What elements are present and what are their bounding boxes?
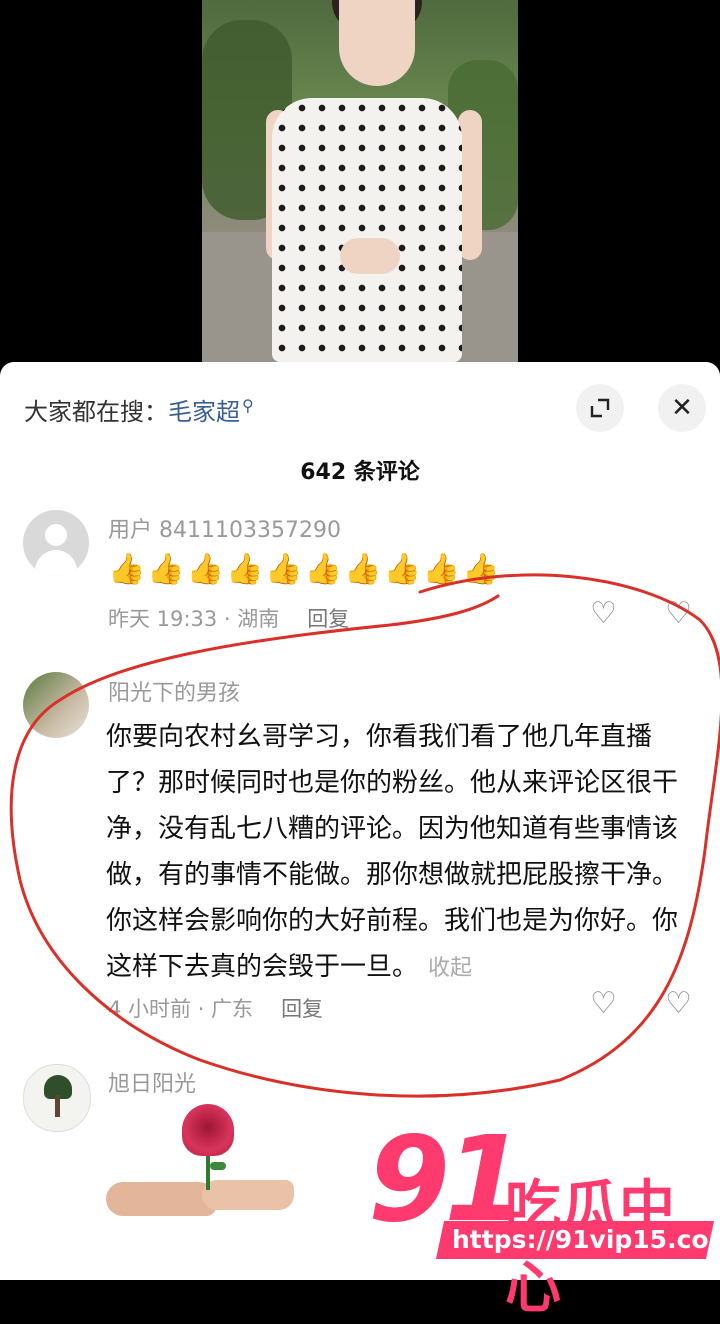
comment-time-location: 4 小时前 · 广东 — [108, 997, 254, 1021]
video-player[interactable] — [0, 0, 720, 362]
reply-button[interactable]: 回复 — [307, 607, 349, 631]
avatar[interactable] — [23, 672, 89, 738]
default-avatar-head — [45, 524, 67, 546]
rose-leaf — [210, 1162, 226, 1170]
person-face — [339, 0, 415, 86]
search-icon: ⚲ — [242, 396, 254, 415]
comment-text: 👍👍👍👍👍👍👍👍👍👍 — [108, 552, 502, 587]
hand-left — [106, 1182, 216, 1216]
comment-meta: 昨天 19:33 · 湖南 回复 — [108, 603, 349, 633]
bonsai-trunk — [55, 1095, 60, 1117]
person-hands — [340, 238, 400, 274]
close-button[interactable]: ✕ — [658, 384, 706, 432]
comment-body: 你要向农村幺哥学习，你看我们看了他几年直播了？那时候同时也是你的粉丝。他从来评论… — [106, 722, 679, 982]
hand-right — [202, 1180, 294, 1210]
comment-username[interactable]: 阳光下的男孩 — [108, 675, 240, 707]
expand-button[interactable] — [576, 384, 624, 432]
comment-count: 642 条评论 — [300, 460, 420, 485]
polka-dot-dress — [272, 98, 462, 362]
reply-button[interactable]: 回复 — [281, 997, 323, 1021]
trending-search[interactable]: 大家都在搜：毛家超 ⚲ — [24, 392, 254, 427]
default-avatar-body — [35, 550, 77, 576]
avatar[interactable] — [23, 1064, 91, 1132]
broken-heart-icon[interactable]: ♡ — [665, 986, 692, 1021]
broken-heart-icon[interactable]: ♡ — [665, 596, 692, 631]
comment-username[interactable]: 旭日阳光 — [108, 1066, 196, 1098]
collapse-button[interactable]: 收起 — [428, 956, 472, 981]
rose-stem — [206, 1154, 210, 1190]
watermark-url: https://91vip15.com — [452, 1225, 720, 1254]
rose-icon — [182, 1104, 234, 1156]
trending-search-term[interactable]: 毛家超 — [168, 398, 240, 426]
expand-icon — [590, 398, 610, 418]
video-frame — [202, 0, 518, 362]
comment-username[interactable]: 用户 8411103357290 — [108, 512, 341, 544]
trending-search-prefix: 大家都在搜： — [24, 398, 168, 426]
comment-time-location: 昨天 19:33 · 湖南 — [108, 607, 280, 631]
comment-text: 你要向农村幺哥学习，你看我们看了他几年直播了？那时候同时也是你的粉丝。他从来评论… — [106, 714, 696, 992]
rose-sticker-image[interactable] — [106, 1100, 294, 1230]
heart-icon[interactable]: ♡ — [590, 986, 617, 1021]
close-icon: ✕ — [671, 393, 693, 423]
heart-icon[interactable]: ♡ — [590, 596, 617, 631]
avatar[interactable] — [23, 510, 89, 576]
comment-meta: 4 小时前 · 广东 回复 — [108, 993, 323, 1023]
